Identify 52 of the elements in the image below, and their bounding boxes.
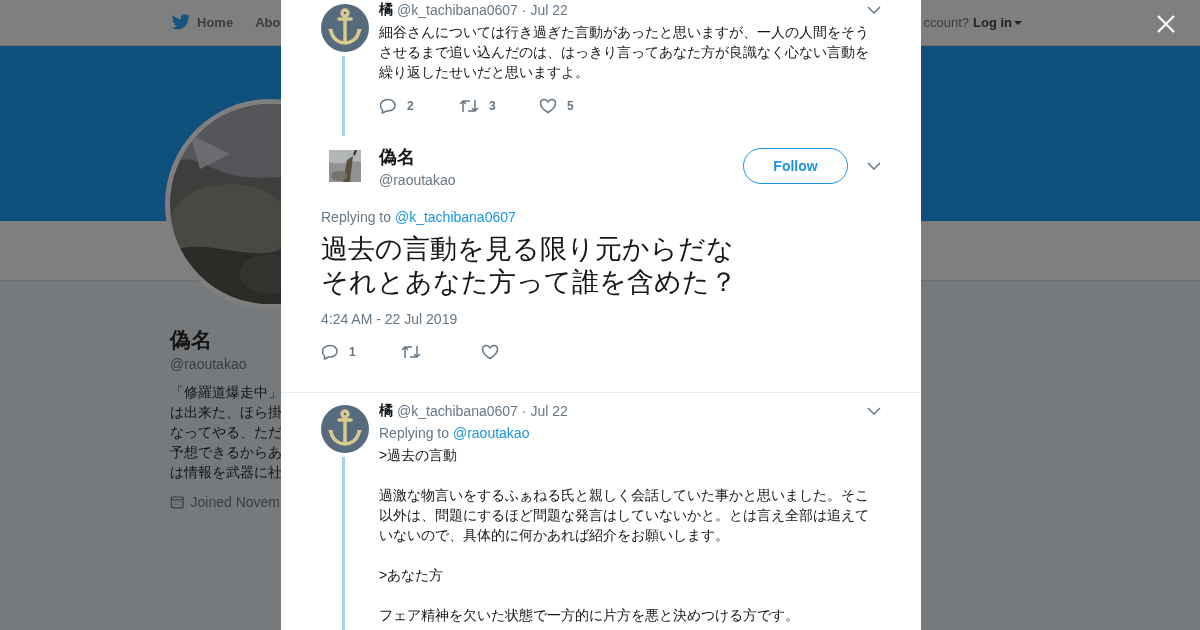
- chevron-down-icon[interactable]: [867, 162, 881, 170]
- tweet-date[interactable]: · Jul 22: [521, 403, 568, 419]
- close-icon: [1157, 15, 1175, 33]
- login-link[interactable]: Log in: [973, 15, 1022, 30]
- retweet-icon: [459, 98, 479, 114]
- close-button[interactable]: [1155, 13, 1177, 35]
- reply-icon: [379, 98, 397, 114]
- bird-icon: [171, 14, 191, 31]
- bio-text: は出来た、ほら掛: [170, 403, 280, 422]
- bio-text: 予想できるからあ: [170, 443, 280, 462]
- bio-text: は情報を武器に社: [170, 463, 280, 482]
- joined-date: Joined Novem: [190, 494, 280, 510]
- tweet-text: >あなた方: [379, 566, 445, 585]
- anchor-avatar: [321, 4, 369, 52]
- follow-button[interactable]: Follow: [743, 148, 848, 184]
- retweet-icon: [401, 344, 421, 360]
- profile-handle: @raoutakao: [170, 356, 248, 372]
- user-name[interactable]: 偽名: [379, 144, 456, 169]
- user-name[interactable]: 橘: [379, 1, 393, 19]
- tweet-text: 過去の言動を見る限り元からだな: [321, 233, 734, 266]
- chevron-down-icon[interactable]: [867, 6, 881, 14]
- retweet-button[interactable]: 3: [459, 96, 539, 116]
- mention-link[interactable]: @k_tachibana0607: [394, 209, 516, 225]
- heart-icon: [539, 98, 557, 114]
- heart-icon: [481, 344, 499, 360]
- user-handle[interactable]: @raoutakao: [379, 171, 456, 188]
- calendar-icon: [170, 494, 185, 510]
- tweet-date[interactable]: · Jul 22: [521, 2, 568, 18]
- tweet-text: フェア精神を欠いた状態で一方的に片方を悪と決めつける方です。: [379, 606, 800, 625]
- bio-text: 「修羅道爆走中」: [170, 383, 280, 402]
- nav-link[interactable]: Abo: [255, 14, 281, 31]
- replying-label: Replying to: [379, 425, 450, 441]
- user-handle[interactable]: @k_tachibana0607: [397, 2, 518, 18]
- tweet-text: >過去の言動: [379, 446, 459, 465]
- tweet-text: それとあなた方って誰を含めた？: [321, 266, 737, 299]
- account-prompt: ccount?: [923, 15, 969, 30]
- replying-label: Replying to: [321, 209, 392, 225]
- chevron-down-icon[interactable]: [867, 407, 881, 415]
- reply-button[interactable]: 2: [379, 96, 459, 116]
- tweet-text: 過激な物言いをするふぁねる氏と親しく会話していた事かと思いました。そこ以外は、問題にするほど問題な発言はしていないかと。とは言え全部は追えていないので、具体的に何かあれば紹介をお願いします。: [379, 486, 870, 545]
- user-name[interactable]: 橘: [379, 402, 393, 420]
- tweet-timestamp: 4:24 AM - 22 Jul 2019: [321, 311, 459, 327]
- profile-name: 偽名: [170, 327, 213, 353]
- bio-text: なってやる、ただ: [170, 423, 280, 442]
- nav-link[interactable]: Home: [171, 14, 234, 31]
- tweet-text: 細谷さんについては行き過ぎた言動があったと思いますが、一人の人間をそうさせるまで追い込んだのは、はっきり言ってあなた方が良識なく心ない言動を繰り返したせいだと思いますよ。: [379, 23, 870, 82]
- user-handle[interactable]: @k_tachibana0607: [397, 403, 518, 419]
- mention-link[interactable]: @raoutakao: [452, 425, 530, 441]
- like-button[interactable]: 5: [539, 96, 619, 116]
- reply-icon: [321, 344, 339, 360]
- anchor-avatar: [321, 405, 369, 453]
- reply-button[interactable]: 1: [321, 342, 401, 362]
